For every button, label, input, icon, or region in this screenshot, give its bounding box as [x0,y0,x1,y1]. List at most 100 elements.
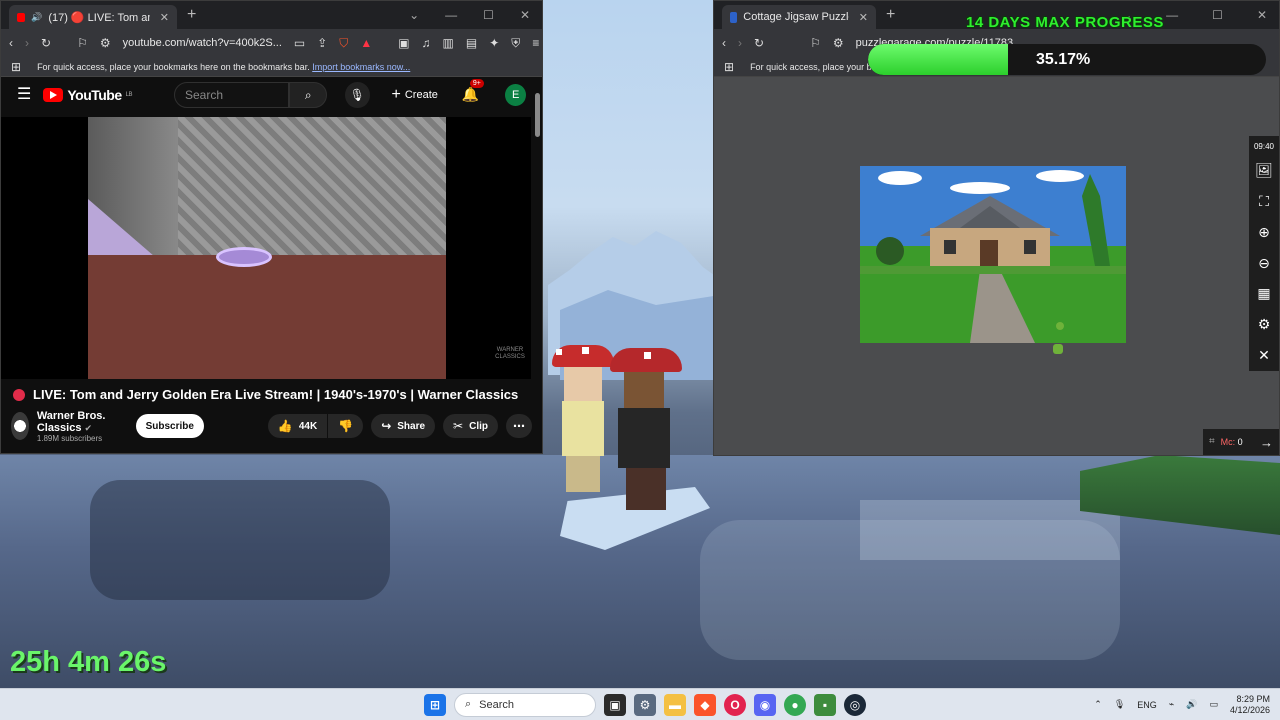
new-tab-icon[interactable]: + [187,6,196,24]
minimize-icon[interactable]: — [445,8,457,22]
brave-browser-icon[interactable]: ◆ [694,693,716,716]
brave-shield-icon[interactable]: ⛉ [339,37,348,49]
share-page-icon[interactable]: ⇪ [317,37,327,49]
apps-grid-icon[interactable]: ⊞ [11,61,21,73]
bookmarks-bar: ⊞ For quick access, place your bookmarks… [1,57,542,77]
loose-puzzle-piece[interactable] [1053,344,1063,354]
close-tab-icon[interactable]: ✕ [859,11,868,24]
settings-icon[interactable]: ⚙ [634,693,656,716]
fullscreen-icon[interactable]: ⛶ [1259,186,1269,217]
subscribe-button[interactable]: Subscribe [135,414,204,438]
clock-date: 4/12/2026 [1229,704,1270,715]
hamburger-menu-icon[interactable]: ☰ [17,87,31,103]
volume-icon[interactable]: 🔊 [1186,699,1197,710]
opera-icon[interactable]: O [724,693,746,716]
tab-bar: 🔊 (17) 🔴 LIVE: Tom and Jerry G ✕ + ⌄ — ☐… [1,1,542,29]
create-button[interactable]: + Create [392,86,438,104]
next-arrow-icon[interactable]: → [1260,436,1279,449]
back-icon[interactable]: ‹ [722,37,726,49]
cast-icon[interactable]: ▭ [294,37,305,49]
more-actions-button[interactable]: ⋯ [506,414,532,438]
microphone-tray-icon[interactable]: 🎙 [1114,699,1125,710]
forward-icon[interactable]: › [738,37,742,49]
maximize-icon[interactable]: ☐ [483,8,494,22]
system-clock[interactable]: 8:29 PM 4/12/2026 [1230,694,1270,716]
reload-icon[interactable]: ↻ [754,37,764,49]
site-info-icon[interactable]: ⚙ [100,37,111,49]
close-window-icon[interactable]: ✕ [1257,8,1267,22]
preview-image-icon[interactable]: 🖼 [1255,155,1273,186]
show-hidden-icons-icon[interactable]: ⌃ [1094,699,1102,710]
dislike-button[interactable]: 👎 [328,414,364,438]
leo-ai-icon[interactable]: ✦ [489,37,499,49]
pieces-icon: ⌗ [1209,436,1215,447]
bell-icon: 🔔 [461,86,480,102]
minimize-icon[interactable]: — [1166,8,1178,22]
progress-percent: 35.17% [1036,50,1091,68]
speaker-icon: 🔊 [31,11,43,22]
taskbar-apps: ⊞ ⌕ Search ▣ ⚙ ▬ ◆ O ◉ ● ▪ ◎ [424,692,866,717]
youtube-favicon-icon [17,12,26,22]
channel-name[interactable]: Warner Bros. Classics ✔ [37,410,118,434]
more-dots-icon: ⋯ [513,419,525,433]
puzzle-board-image[interactable] [860,166,1126,343]
zoom-in-icon[interactable]: ⊕ [1258,217,1270,248]
menu-icon[interactable]: ≡ [532,37,539,49]
minecraft-launcher-icon[interactable]: ▪ [814,693,836,716]
task-view-icon[interactable]: ▣ [604,693,626,716]
wallet-icon[interactable]: ▤ [466,37,477,49]
search-button[interactable]: ⌕ [289,82,328,108]
import-bookmarks-link[interactable]: Import bookmarks now... [312,62,410,72]
forward-icon[interactable]: › [25,37,29,49]
account-avatar[interactable]: E [505,84,526,106]
video-watermark: WARNER CLASSICS [495,347,525,360]
share-button[interactable]: ↪ Share [371,414,436,438]
url-field[interactable]: youtube.com/watch?v=400k2S... [123,37,282,49]
windows-start-icon[interactable]: ⊞ [424,693,446,716]
sidebar-icon[interactable]: ▣ [398,37,409,49]
notifications-button[interactable]: 🔔 9+ [461,79,484,104]
language-indicator[interactable]: ENG [1137,700,1157,710]
apps-grid-icon[interactable]: ⊞ [724,61,734,73]
bookmark-icon[interactable]: ⚐ [810,37,821,49]
youtube-browser-window[interactable]: 🔊 (17) 🔴 LIVE: Tom and Jerry G ✕ + ⌄ — ☐… [0,0,543,454]
puzzle-timer: 09:40 [1253,142,1275,152]
search-input[interactable]: Search [174,82,290,108]
channel-avatar[interactable] [11,412,29,440]
settings-gear-icon[interactable]: ⚙ [1258,309,1271,340]
tab-search-icon[interactable]: ⌄ [409,8,419,22]
video-floor [88,255,446,379]
youtube-logo[interactable]: YouTube LB [43,87,133,103]
video-player[interactable]: WARNER CLASSICS [1,117,531,379]
voice-search-button[interactable]: 🎙 [345,82,370,108]
music-icon[interactable]: ♫ [422,37,431,49]
file-explorer-icon[interactable]: ▬ [664,693,686,716]
battery-icon[interactable]: ▭ [1209,699,1218,710]
reload-icon[interactable]: ↻ [41,37,51,49]
browser-tab-youtube[interactable]: 🔊 (17) 🔴 LIVE: Tom and Jerry G ✕ [9,5,177,29]
back-icon[interactable]: ‹ [9,37,13,49]
new-tab-icon[interactable]: + [886,6,895,24]
video-wallpaper [178,117,446,255]
network-icon[interactable]: ⌁ [1169,699,1174,710]
close-window-icon[interactable]: ✕ [520,8,530,22]
discord-icon[interactable]: ◉ [754,693,776,716]
close-tab-icon[interactable]: ✕ [160,11,169,24]
brave-rewards-icon[interactable]: ▲ [360,37,372,49]
close-puzzle-icon[interactable]: ✕ [1258,340,1270,371]
page-scrollbar[interactable] [535,93,540,137]
site-info-icon[interactable]: ⚙ [833,37,844,49]
browser-tab-puzzle[interactable]: Cottage Jigsaw Puzzle (Countrie ✕ [722,5,876,29]
player-character [610,348,682,513]
bookmark-icon[interactable]: ⚐ [77,37,88,49]
steam-icon[interactable]: ◎ [844,693,866,716]
pieces-grid-icon[interactable]: ▦ [1257,279,1270,310]
like-button[interactable]: 👍 44K [267,414,328,438]
chrome-icon[interactable]: ● [784,693,806,716]
maximize-icon[interactable]: ☐ [1212,8,1223,22]
clip-button[interactable]: ✂ Clip [443,414,498,438]
reader-icon[interactable]: ▥ [443,37,454,49]
taskbar-search[interactable]: ⌕ Search [454,692,596,717]
vpn-icon[interactable]: ⛨ [511,37,520,49]
zoom-out-icon[interactable]: ⊖ [1258,248,1270,279]
